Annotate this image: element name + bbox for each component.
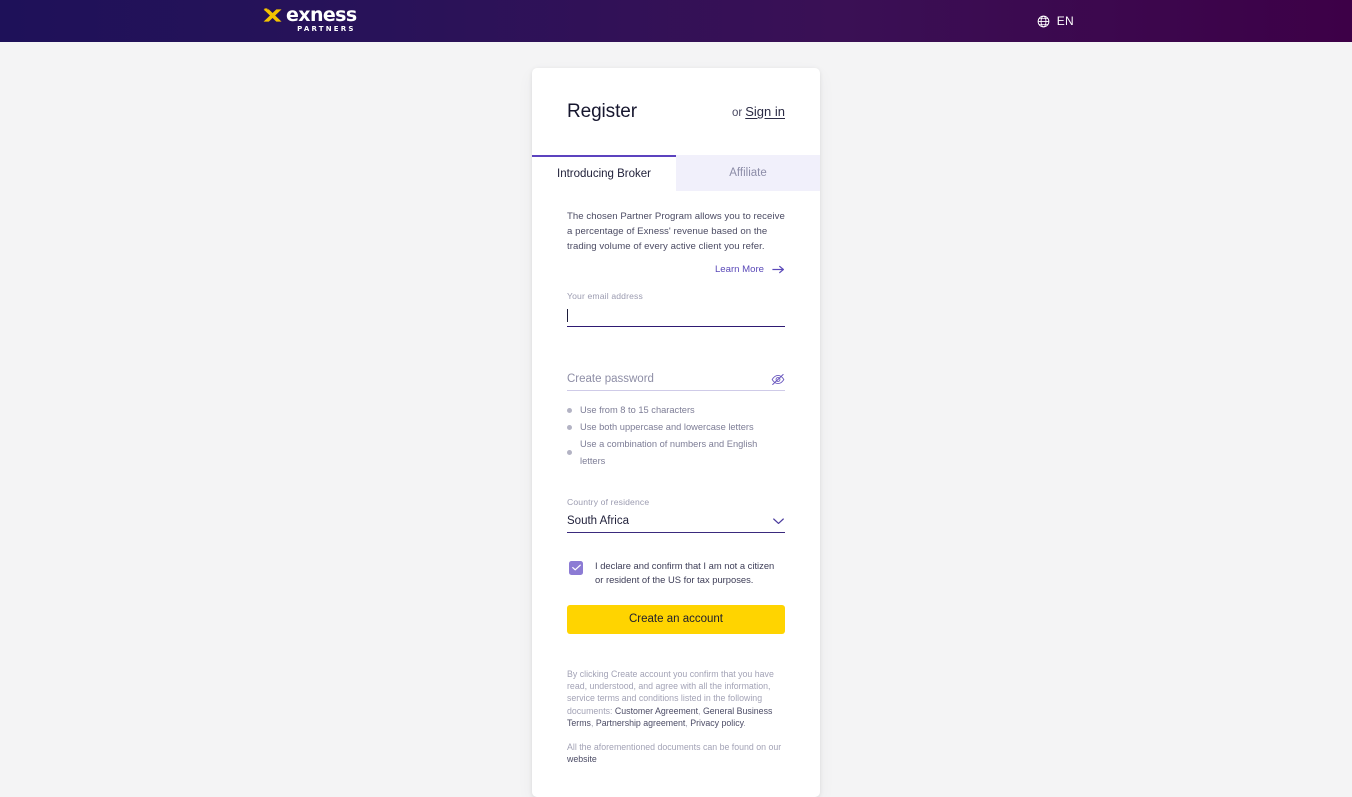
country-label: Country of residence: [567, 496, 650, 507]
site-header: exness PARTNERS EN: [0, 0, 1352, 42]
email-field-group: Your email address: [567, 291, 785, 327]
us-declaration-label: I declare and confirm that I am not a ci…: [595, 559, 775, 586]
customer-agreement-link[interactable]: Customer Agreement: [615, 706, 698, 716]
tab-introducing-broker[interactable]: Introducing Broker: [532, 155, 676, 191]
list-item: Use a combination of numbers and English…: [567, 436, 785, 470]
bullet-icon: [567, 407, 572, 413]
list-item: Use from 8 to 15 characters: [567, 402, 785, 419]
card-header: Register or Sign in: [532, 68, 820, 155]
password-input-wrapper[interactable]: Create password: [567, 369, 785, 391]
logo-subtitle: PARTNERS: [297, 25, 356, 33]
password-rule-label: Use from 8 to 15 characters: [580, 404, 695, 415]
partnership-agreement-link[interactable]: Partnership agreement: [596, 718, 686, 728]
list-item: Use both uppercase and lowercase letters: [567, 419, 785, 436]
legal-footer: All the aforementioned documents can be …: [567, 741, 785, 788]
country-select[interactable]: South Africa: [567, 511, 785, 533]
page-title: Register: [567, 100, 637, 122]
privacy-policy-link[interactable]: Privacy policy: [690, 718, 743, 728]
us-declaration-row: I declare and confirm that I am not a ci…: [567, 559, 785, 588]
language-label: EN: [1056, 14, 1074, 28]
legal-disclaimer: By clicking Create account you confirm t…: [567, 668, 785, 729]
bullet-icon: [567, 424, 572, 430]
program-description: The chosen Partner Program allows you to…: [567, 211, 785, 253]
chevron-down-icon: [773, 518, 784, 525]
country-field-group: Country of residence South Africa: [567, 497, 785, 533]
create-account-button[interactable]: Create an account: [567, 604, 785, 634]
logo-wordmark: exness: [286, 4, 357, 26]
tab-introducing-broker-label: Introducing Broker: [557, 168, 651, 180]
tab-affiliate-label: Affiliate: [729, 167, 767, 179]
legal-footer-text: All the aforementioned documents can be …: [567, 742, 782, 753]
check-icon: [571, 564, 581, 571]
logo-row: exness: [262, 4, 357, 26]
email-label: Your email address: [567, 290, 643, 301]
learn-more-link[interactable]: Learn More: [567, 264, 785, 275]
signin-block: or Sign in: [732, 104, 785, 119]
password-placeholder: Create password: [567, 373, 654, 386]
password-rules-list: Use from 8 to 15 characters Use both upp…: [567, 402, 785, 470]
email-input[interactable]: [568, 309, 785, 322]
language-switcher[interactable]: EN: [1037, 0, 1074, 42]
page-content: Register or Sign in Introducing Broker A…: [0, 42, 1352, 797]
password-rule-label: Use a combination of numbers and English…: [580, 438, 758, 466]
exness-x-mark-icon: [263, 8, 282, 22]
password-rule-label: Use both uppercase and lowercase letters: [580, 421, 754, 432]
email-input-wrapper[interactable]: [567, 306, 785, 327]
signin-prefix: or: [732, 107, 743, 119]
learn-more-label: Learn More: [714, 263, 764, 275]
sign-in-link[interactable]: Sign in: [745, 104, 785, 119]
website-link[interactable]: website: [567, 754, 597, 764]
register-card: Register or Sign in Introducing Broker A…: [532, 68, 820, 797]
password-field-group: Create password Use from 8 to 15 charact…: [567, 369, 785, 470]
eye-off-icon[interactable]: [771, 373, 785, 386]
country-selected-value: South Africa: [567, 515, 630, 528]
us-declaration-checkbox[interactable]: [569, 560, 583, 575]
exness-partners-logo[interactable]: exness PARTNERS: [262, 4, 357, 33]
arrow-right-icon: [772, 265, 784, 273]
globe-icon: [1037, 15, 1050, 27]
card-body: The chosen Partner Program allows you to…: [532, 191, 820, 788]
bullet-icon: [567, 450, 572, 456]
legal-terminator: .: [743, 717, 746, 728]
program-tabs: Introducing Broker Affiliate: [532, 155, 820, 191]
tab-affiliate[interactable]: Affiliate: [676, 155, 820, 191]
